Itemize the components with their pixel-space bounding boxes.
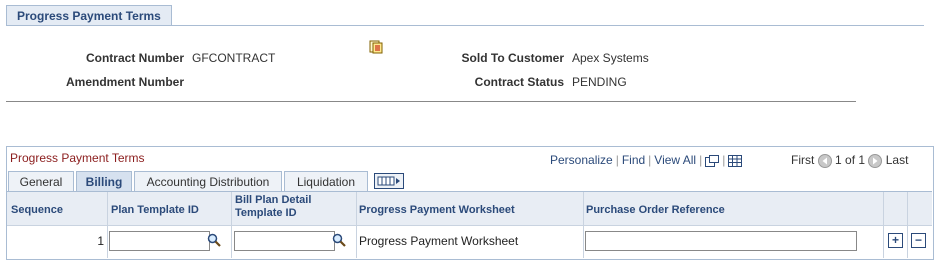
sold-to-customer-label: Sold To Customer	[461, 51, 564, 65]
page-tab-divider	[6, 25, 924, 26]
tab-general[interactable]: General	[8, 171, 74, 192]
download-grid-icon[interactable]	[728, 154, 743, 167]
col-progress-payment-worksheet: Progress Payment Worksheet	[359, 204, 515, 216]
contract-number-value: GFCONTRACT	[192, 51, 276, 65]
view-all-link[interactable]: View All	[654, 153, 696, 167]
amendment-number-label: Amendment Number	[65, 75, 184, 89]
col-bill-plan-detail-line1: Bill Plan Detail	[235, 194, 312, 206]
tab-accounting-distribution[interactable]: Accounting Distribution	[134, 171, 282, 192]
document-icon[interactable]	[369, 40, 383, 54]
personalize-link[interactable]: Personalize	[550, 153, 613, 167]
last-label: Last	[885, 153, 909, 167]
col-bill-plan-detail-line2: Template ID	[235, 207, 297, 219]
find-link[interactable]: Find	[622, 153, 645, 167]
tab-billing[interactable]: Billing	[76, 171, 132, 192]
page-title-tab: Progress Payment Terms	[6, 5, 172, 26]
pagination: First 1 of 1 Last	[791, 153, 908, 168]
col-bill-plan-detail-template-id: Bill Plan Detail Template ID	[235, 194, 311, 220]
page-range: 1 of 1	[835, 153, 866, 167]
contract-status-value: PENDING	[572, 75, 627, 89]
grid-title: Progress Payment Terms	[10, 151, 145, 165]
purchase-order-reference-input[interactable]	[585, 231, 857, 251]
progress-payment-worksheet-cell: Progress Payment Worksheet	[359, 234, 519, 248]
col-purchase-order-reference: Purchase Order Reference	[586, 204, 725, 216]
bill-plan-detail-template-id-input[interactable]	[234, 231, 335, 251]
bill-plan-detail-lookup-icon[interactable]	[332, 233, 346, 247]
grid-nav-links: Personalize | Find | View All | |	[550, 153, 743, 167]
plan-template-id-input[interactable]	[109, 231, 210, 251]
show-all-columns-icon[interactable]	[374, 173, 404, 189]
previous-icon[interactable]	[817, 153, 832, 168]
first-label: First	[791, 153, 815, 167]
contract-number-label: Contract Number	[85, 51, 184, 65]
next-icon[interactable]	[868, 153, 883, 168]
add-row-button[interactable]: +	[888, 233, 903, 248]
contract-status-label: Contract Status	[474, 75, 564, 89]
zoom-grid-icon[interactable]	[705, 154, 720, 167]
delete-row-button[interactable]: −	[911, 233, 926, 248]
row-divider	[7, 225, 932, 226]
col-sequence: Sequence	[11, 204, 63, 216]
col-plan-template-id: Plan Template ID	[111, 204, 199, 216]
sold-to-customer-value: Apex Systems	[572, 51, 649, 65]
plan-template-lookup-icon[interactable]	[207, 233, 221, 247]
header-divider	[6, 101, 856, 102]
tab-liquidation[interactable]: Liquidation	[284, 171, 368, 192]
sequence-cell: 1	[97, 234, 104, 248]
